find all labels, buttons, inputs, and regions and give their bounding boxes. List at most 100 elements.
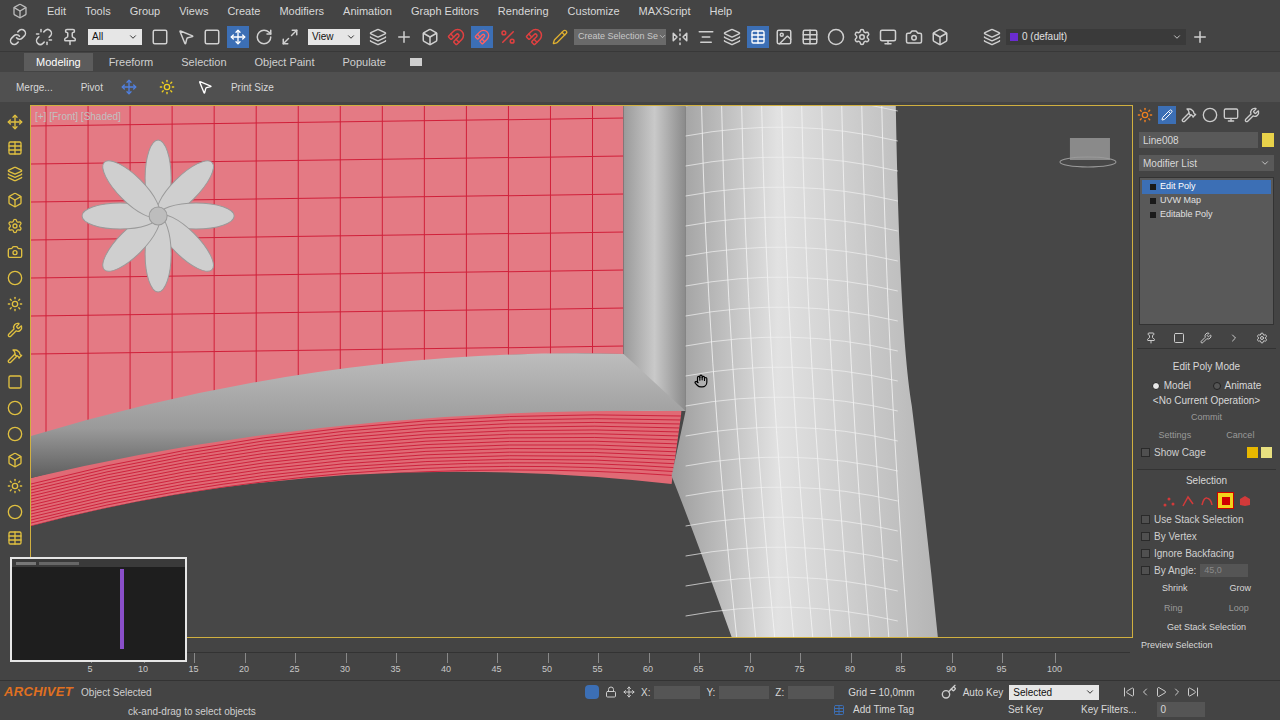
move-icon[interactable] — [226, 25, 250, 49]
app-icon[interactable] — [12, 3, 28, 19]
edge-level-icon[interactable] — [1179, 492, 1196, 509]
stack-item[interactable]: UVW Map — [1142, 194, 1271, 208]
motion-tab-icon[interactable] — [1202, 107, 1218, 123]
selection-filter-dropdown[interactable]: All — [88, 29, 142, 45]
timeline[interactable]: 5101520253035404550556065707580859095100 — [38, 652, 1130, 680]
z-field[interactable] — [788, 686, 834, 699]
menu-item[interactable]: Rendering — [498, 3, 549, 20]
left-tool-icon[interactable] — [5, 190, 25, 210]
ribbon-options-icon[interactable] — [410, 58, 422, 66]
polygon-level-icon[interactable] — [1217, 492, 1234, 509]
menu-item[interactable]: Modifiers — [279, 3, 324, 20]
left-tool-icon[interactable] — [5, 138, 25, 158]
stack-tool-icon[interactable] — [1256, 332, 1268, 344]
left-tool-icon[interactable] — [5, 502, 25, 522]
mirror-icon[interactable] — [668, 25, 692, 49]
select-object-icon[interactable] — [148, 25, 172, 49]
checkbox-option[interactable]: Show Cage — [1141, 444, 1206, 461]
playback-icon[interactable] — [1171, 686, 1183, 698]
manage-layers-icon[interactable] — [980, 25, 1004, 49]
render-icon[interactable] — [902, 25, 926, 49]
y-field[interactable] — [719, 686, 769, 699]
stack-tool-icon[interactable] — [1200, 332, 1212, 344]
playback-icon[interactable] — [1187, 686, 1199, 698]
menu-item[interactable]: MAXScript — [639, 3, 691, 20]
hierarchy-tab-icon[interactable] — [1181, 107, 1197, 123]
checkbox-option[interactable]: By Vertex — [1141, 528, 1197, 545]
stack-item[interactable]: Editable Poly — [1142, 208, 1271, 222]
rollout-title[interactable]: Selection — [1141, 473, 1272, 488]
object-name-field[interactable]: Line008 — [1139, 132, 1258, 148]
curve-editor-icon[interactable] — [772, 25, 796, 49]
key-filters-button[interactable]: Key Filters... — [1081, 702, 1137, 717]
ribbon-tab[interactable]: Freeform — [97, 53, 166, 71]
schematic-icon[interactable] — [798, 25, 822, 49]
menu-item[interactable]: Group — [130, 3, 161, 20]
scale-icon[interactable] — [278, 25, 302, 49]
frame-field[interactable]: 0 — [1157, 702, 1205, 717]
checkbox-option[interactable]: Use Stack Selection — [1141, 511, 1244, 528]
left-tool-icon[interactable] — [5, 476, 25, 496]
select-pointer-icon[interactable] — [174, 25, 198, 49]
ribbon-tab[interactable]: Object Paint — [243, 53, 327, 71]
lock-icon[interactable] — [605, 686, 617, 698]
checkbox-box[interactable] — [1141, 515, 1150, 524]
angle-field[interactable]: 45,0 — [1200, 564, 1248, 578]
left-tool-icon[interactable] — [5, 372, 25, 392]
key-icon[interactable] — [941, 684, 957, 700]
left-tool-icon[interactable] — [5, 242, 25, 262]
link-icon[interactable] — [6, 25, 30, 49]
viewport-label[interactable]: [+] [Front] [Shaded] — [35, 109, 121, 124]
mini-preview-window[interactable] — [10, 557, 187, 662]
checkbox-box[interactable] — [1141, 448, 1150, 457]
stack-tool-icon[interactable] — [1228, 332, 1240, 344]
light-icon[interactable] — [155, 75, 179, 99]
border-level-icon[interactable] — [1198, 492, 1215, 509]
x-field[interactable] — [654, 686, 700, 699]
manipulate-icon[interactable] — [392, 25, 416, 49]
left-tool-icon[interactable] — [5, 424, 25, 444]
cursor-icon[interactable] — [193, 75, 217, 99]
viewport-scene[interactable] — [31, 106, 1132, 637]
menu-item[interactable]: Graph Editors — [411, 3, 479, 20]
unlink-icon[interactable] — [32, 25, 56, 49]
menu-item[interactable]: Create — [227, 3, 260, 20]
teapot-icon[interactable] — [928, 25, 952, 49]
left-tool-icon[interactable] — [5, 450, 25, 470]
cancel-button[interactable]: Cancel — [1226, 429, 1254, 443]
checkbox-box[interactable] — [1141, 532, 1150, 541]
pivot-button[interactable]: Pivot — [81, 80, 103, 95]
object-color-swatch[interactable] — [1262, 133, 1274, 147]
ribbon-tab[interactable]: Populate — [330, 53, 397, 71]
new-layer-icon[interactable] — [1188, 25, 1212, 49]
render-setup-icon[interactable] — [850, 25, 874, 49]
left-tool-icon[interactable] — [5, 268, 25, 288]
loop-button[interactable]: Loop — [1229, 602, 1249, 616]
viewport[interactable]: [+] [Front] [Shaded] — [30, 105, 1133, 638]
ribbon-tab[interactable]: Selection — [169, 53, 238, 71]
auto-key-button[interactable]: Auto Key — [963, 685, 1004, 700]
key-mode-dropdown[interactable]: Selected — [1009, 685, 1099, 700]
left-tool-icon[interactable] — [5, 216, 25, 236]
settings-button[interactable]: Settings — [1159, 429, 1192, 443]
set-key-button[interactable]: Set Key — [1008, 702, 1043, 717]
snap-icon[interactable] — [444, 25, 468, 49]
angle-snap-icon[interactable] — [470, 25, 494, 49]
graphite-icon[interactable] — [117, 75, 141, 99]
spinner-snap-icon[interactable] — [522, 25, 546, 49]
menu-item[interactable]: Tools — [85, 3, 111, 20]
left-tool-icon[interactable] — [5, 320, 25, 340]
print-size-button[interactable]: Print Size — [231, 80, 274, 95]
stack-toggle-icon[interactable] — [1150, 212, 1156, 218]
stack-item[interactable]: Edit Poly — [1142, 180, 1271, 194]
menu-item[interactable]: Help — [710, 3, 733, 20]
percent-snap-icon[interactable] — [496, 25, 520, 49]
stack-toggle-icon[interactable] — [1150, 198, 1156, 204]
menu-item[interactable]: Animation — [343, 3, 392, 20]
layer-dropdown[interactable]: 0 (default) — [1006, 29, 1186, 45]
create-tab-icon[interactable] — [1137, 107, 1153, 123]
element-level-icon[interactable] — [1236, 492, 1253, 509]
commit-button[interactable]: Commit — [1183, 411, 1230, 425]
ribbon-tab[interactable]: Modeling — [24, 53, 93, 71]
shrink-button[interactable]: Shrink — [1162, 582, 1188, 596]
